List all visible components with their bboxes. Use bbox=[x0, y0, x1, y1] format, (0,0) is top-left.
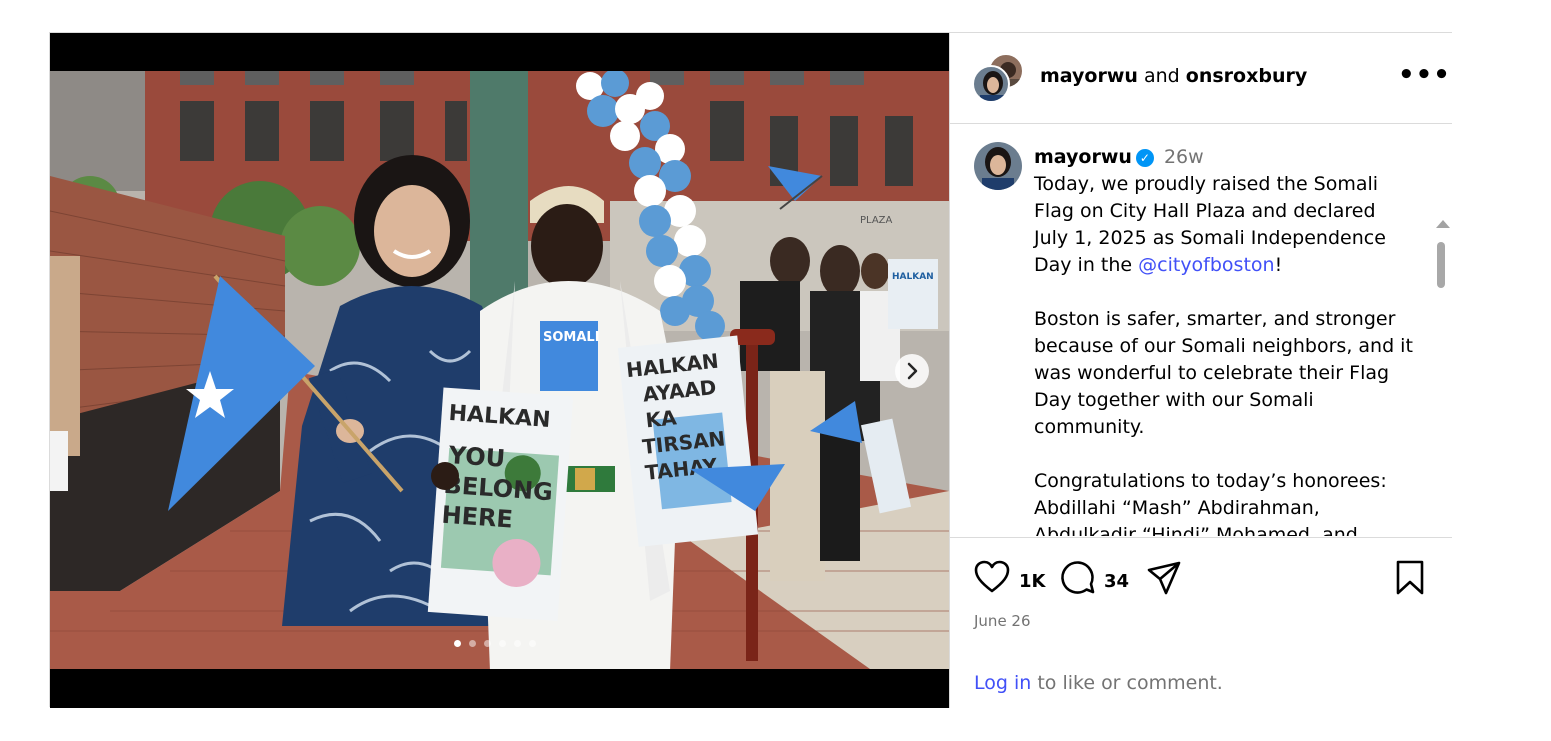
caption-body: mayorwu ✓ 26w Today, we proudly raised the… bbox=[1034, 144, 1414, 536]
chevron-right-icon bbox=[907, 362, 918, 380]
carousel-dot bbox=[484, 640, 491, 647]
sign-halkan-ayaad: HALKAN AYAAD KA TIRSAN TAHAY bbox=[617, 335, 759, 547]
caption-username[interactable]: mayorwu bbox=[1034, 146, 1132, 168]
svg-text:HALKAN: HALKAN bbox=[892, 272, 934, 282]
save-button[interactable] bbox=[1394, 560, 1426, 600]
carousel-dot bbox=[469, 640, 476, 647]
carousel-dot bbox=[499, 640, 506, 647]
heart-icon bbox=[974, 560, 1010, 593]
caption-text: Today, we proudly raised the Somali Flag… bbox=[1034, 171, 1414, 536]
login-prompt-text: to like or comment. bbox=[1031, 672, 1223, 694]
caption-scrollbar[interactable] bbox=[1434, 220, 1450, 536]
caption-p1-end: ! bbox=[1274, 254, 1283, 276]
post-date[interactable]: June 26 bbox=[974, 612, 1031, 630]
post-sidebar: mayorwu and onsroxbury ••• mayorwu ✓ 26w T… bbox=[949, 33, 1452, 708]
more-options-icon[interactable]: ••• bbox=[1398, 60, 1451, 90]
post-header: mayorwu and onsroxbury ••• bbox=[950, 33, 1452, 124]
bookmark-icon bbox=[1396, 560, 1424, 595]
sign-you-belong-here: HALKAN YOU BELONG HERE bbox=[427, 387, 574, 621]
scroll-up-arrow-icon[interactable] bbox=[1436, 220, 1450, 228]
login-prompt: Log in to like or comment. bbox=[974, 672, 1223, 694]
carousel-dot bbox=[529, 640, 536, 647]
carousel-next-button[interactable] bbox=[895, 354, 929, 388]
likes-count[interactable]: 1K bbox=[1019, 571, 1045, 592]
share-icon bbox=[1147, 561, 1181, 595]
post-actions: 1K 34 June 26 Log in to like or comment. bbox=[950, 537, 1452, 708]
caption-avatar[interactable] bbox=[974, 142, 1022, 190]
building-sign: PLAZA bbox=[860, 215, 893, 226]
avatar-mayorwu bbox=[972, 65, 1010, 103]
svg-text:KA: KA bbox=[644, 405, 678, 432]
like-button[interactable] bbox=[974, 560, 1010, 598]
carousel-dot bbox=[454, 640, 461, 647]
comment-icon bbox=[1061, 561, 1095, 594]
instagram-post: PLAZA HALKAN SOMALI HALKAN YOU BELONG HE… bbox=[49, 32, 1452, 708]
caption-p3: Congratulations to today’s honorees: Abd… bbox=[1034, 470, 1387, 536]
carousel-dot bbox=[514, 640, 521, 647]
mention-link-cityofboston[interactable]: @cityofboston bbox=[1138, 254, 1274, 276]
post-photo: PLAZA HALKAN SOMALI HALKAN YOU BELONG HE… bbox=[50, 71, 949, 669]
post-age[interactable]: 26w bbox=[1164, 146, 1204, 168]
post-authors: mayorwu and onsroxbury bbox=[1040, 65, 1307, 87]
login-link[interactable]: Log in bbox=[974, 672, 1031, 694]
photo-illustration: PLAZA HALKAN SOMALI HALKAN YOU BELONG HE… bbox=[50, 71, 949, 669]
verified-badge-icon: ✓ bbox=[1135, 149, 1154, 167]
comments-count[interactable]: 34 bbox=[1104, 571, 1129, 592]
lanyard-text: SOMALI bbox=[543, 330, 600, 345]
share-button[interactable] bbox=[1146, 560, 1182, 600]
author-link-onsroxbury[interactable]: onsroxbury bbox=[1186, 65, 1307, 87]
svg-text:HERE: HERE bbox=[441, 501, 514, 534]
collab-avatars[interactable] bbox=[972, 53, 1024, 105]
comment-button[interactable] bbox=[1060, 560, 1096, 600]
caption-area: mayorwu ✓ 26w Today, we proudly raised the… bbox=[950, 124, 1452, 536]
scroll-thumb[interactable] bbox=[1437, 242, 1445, 288]
post-media: PLAZA HALKAN SOMALI HALKAN YOU BELONG HE… bbox=[50, 33, 949, 708]
author-joiner: and bbox=[1143, 65, 1180, 87]
author-link-mayorwu[interactable]: mayorwu bbox=[1040, 65, 1138, 87]
caption-p2: Boston is safer, smarter, and stronger b… bbox=[1034, 308, 1413, 438]
